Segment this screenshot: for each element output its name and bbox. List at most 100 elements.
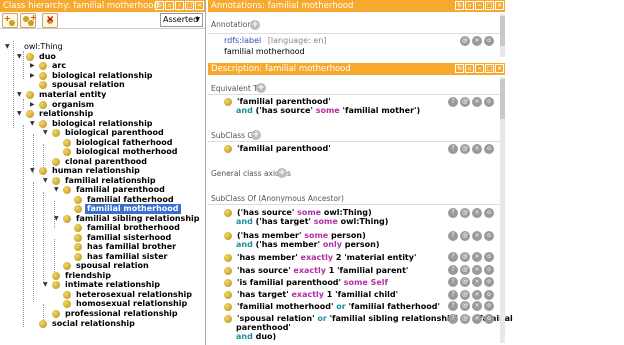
add-superclass-button[interactable]: + — [251, 130, 261, 140]
expand-toggle-icon[interactable]: ▶ — [30, 61, 35, 71]
expand-toggle-icon[interactable]: ▼ — [17, 52, 22, 62]
panel-minimize-icon[interactable]: – — [475, 1, 484, 10]
delete-icon[interactable]: × — [472, 314, 482, 324]
expand-toggle-icon[interactable]: ▼ — [43, 128, 48, 138]
add-subclass-button[interactable]: + — [2, 13, 18, 28]
delete-class-button[interactable]: × — [42, 13, 58, 28]
panel-close-icon[interactable]: × — [195, 1, 204, 10]
annotations-scrollbar[interactable] — [500, 14, 505, 57]
edit-icon[interactable]: o — [484, 231, 494, 241]
class-icon — [224, 145, 232, 153]
delete-icon[interactable]: × — [472, 277, 482, 287]
add-general-axiom-button[interactable]: + — [277, 168, 287, 178]
edit-icon[interactable]: o — [484, 36, 494, 46]
class-icon — [63, 139, 71, 147]
expand-toggle-icon[interactable]: ▼ — [43, 280, 48, 290]
edit-icon[interactable]: o — [484, 265, 494, 275]
explain-icon[interactable]: ? — [448, 314, 458, 324]
expand-toggle-icon[interactable]: ▼ — [43, 176, 48, 186]
delete-icon[interactable]: × — [472, 144, 482, 154]
delete-icon[interactable]: × — [472, 97, 482, 107]
annotate-icon[interactable]: @ — [460, 36, 470, 46]
anonymous-ancestor-header: SubClass Of (Anonymous Ancestor) — [211, 194, 344, 203]
tree-node-label: social relationship — [52, 319, 135, 328]
panel-close-icon[interactable]: × — [495, 1, 504, 10]
edit-icon[interactable]: o — [484, 301, 494, 311]
tree-node-label: biological motherhood — [76, 147, 178, 156]
annotate-icon[interactable]: @ — [460, 301, 470, 311]
edit-icon[interactable]: o — [484, 97, 494, 107]
edit-icon[interactable]: o — [484, 144, 494, 154]
annotate-icon[interactable]: @ — [460, 208, 470, 218]
delete-icon[interactable]: × — [472, 265, 482, 275]
expand-toggle-icon[interactable]: ▼ — [30, 166, 35, 176]
class-icon — [63, 186, 71, 194]
annotate-icon[interactable]: @ — [460, 290, 470, 300]
expand-toggle-icon[interactable]: ▼ — [5, 42, 10, 52]
panel-maximize-icon[interactable]: □ — [485, 64, 494, 73]
explain-icon[interactable]: ? — [448, 290, 458, 300]
annotate-icon[interactable]: @ — [460, 231, 470, 241]
expression-text: ('has source' — [255, 106, 313, 115]
panel-maximize-icon[interactable]: □ — [485, 1, 494, 10]
delete-icon[interactable]: × — [472, 290, 482, 300]
description-scrollbar[interactable] — [500, 77, 505, 343]
panel-restore-icon[interactable]: ▫ — [465, 1, 474, 10]
scrollbar-thumb[interactable] — [500, 79, 505, 119]
delete-icon[interactable]: × — [472, 252, 482, 262]
class-icon — [52, 129, 60, 137]
tree-node-label: intimate relationship — [65, 280, 160, 289]
panel-minimize-icon[interactable]: – — [175, 1, 184, 10]
explain-icon[interactable]: ? — [448, 277, 458, 287]
delete-icon[interactable]: × — [472, 208, 482, 218]
annotate-icon[interactable]: @ — [460, 97, 470, 107]
explain-icon[interactable]: ? — [448, 97, 458, 107]
annotate-icon[interactable]: @ — [460, 144, 470, 154]
edit-icon[interactable]: o — [484, 277, 494, 287]
expand-toggle-icon[interactable]: ▶ — [30, 100, 35, 110]
add-equivalent-button[interactable]: + — [256, 83, 266, 93]
tree-node-label: arc — [52, 61, 67, 70]
edit-icon[interactable]: o — [484, 208, 494, 218]
explain-icon[interactable]: ? — [448, 144, 458, 154]
annotation-property[interactable]: rdfs:label — [224, 36, 261, 45]
expand-toggle-icon[interactable]: ▼ — [17, 109, 22, 119]
explain-icon[interactable]: ? — [448, 231, 458, 241]
annotate-icon[interactable]: @ — [460, 314, 470, 324]
delete-icon[interactable]: × — [472, 36, 482, 46]
panel-restore-icon[interactable]: ▫ — [465, 64, 474, 73]
explain-icon[interactable]: ? — [448, 208, 458, 218]
expand-toggle-icon[interactable]: ▶ — [30, 71, 35, 81]
panel-maximize-icon[interactable]: □ — [185, 1, 194, 10]
superclass-row-actions: ? @ × o — [448, 144, 494, 154]
annotate-icon[interactable]: @ — [460, 265, 470, 275]
scrollbar-thumb[interactable] — [500, 16, 505, 46]
annotate-icon[interactable]: @ — [460, 277, 470, 287]
expand-toggle-icon[interactable]: ▼ — [17, 90, 22, 100]
annotate-icon[interactable]: @ — [460, 252, 470, 262]
panel-restore-icon[interactable]: ▫ — [165, 1, 174, 10]
edit-icon[interactable]: o — [484, 314, 494, 324]
panel-minimize-icon[interactable]: – — [475, 64, 484, 73]
explain-icon[interactable]: ? — [448, 252, 458, 262]
edit-icon[interactable]: o — [484, 252, 494, 262]
add-sibling-class-button[interactable]: + — [20, 13, 37, 28]
panel-sync-icon[interactable]: ↻ — [155, 1, 164, 10]
class-icon — [74, 196, 82, 204]
expand-toggle-icon[interactable]: ▼ — [54, 214, 59, 224]
edit-icon[interactable]: o — [484, 290, 494, 300]
delete-icon[interactable]: × — [472, 231, 482, 241]
description-panel: Description: familial motherhood ↻ ▫ – □… — [208, 63, 513, 345]
panel-controls: ↻ ▫ – □ × — [455, 64, 504, 73]
panel-sync-icon[interactable]: ↻ — [455, 1, 464, 10]
explain-icon[interactable]: ? — [448, 265, 458, 275]
panel-sync-icon[interactable]: ↻ — [455, 64, 464, 73]
add-annotation-button[interactable]: + — [250, 20, 260, 30]
chevron-down-icon: ▼ — [195, 16, 200, 23]
expand-toggle-icon[interactable]: ▼ — [54, 185, 59, 195]
delete-icon[interactable]: × — [472, 301, 482, 311]
expand-toggle-icon[interactable]: ▼ — [30, 119, 35, 129]
panel-close-icon[interactable]: × — [495, 64, 504, 73]
hierarchy-view-select[interactable]: Asserted ▼ — [160, 13, 203, 27]
explain-icon[interactable]: ? — [448, 301, 458, 311]
